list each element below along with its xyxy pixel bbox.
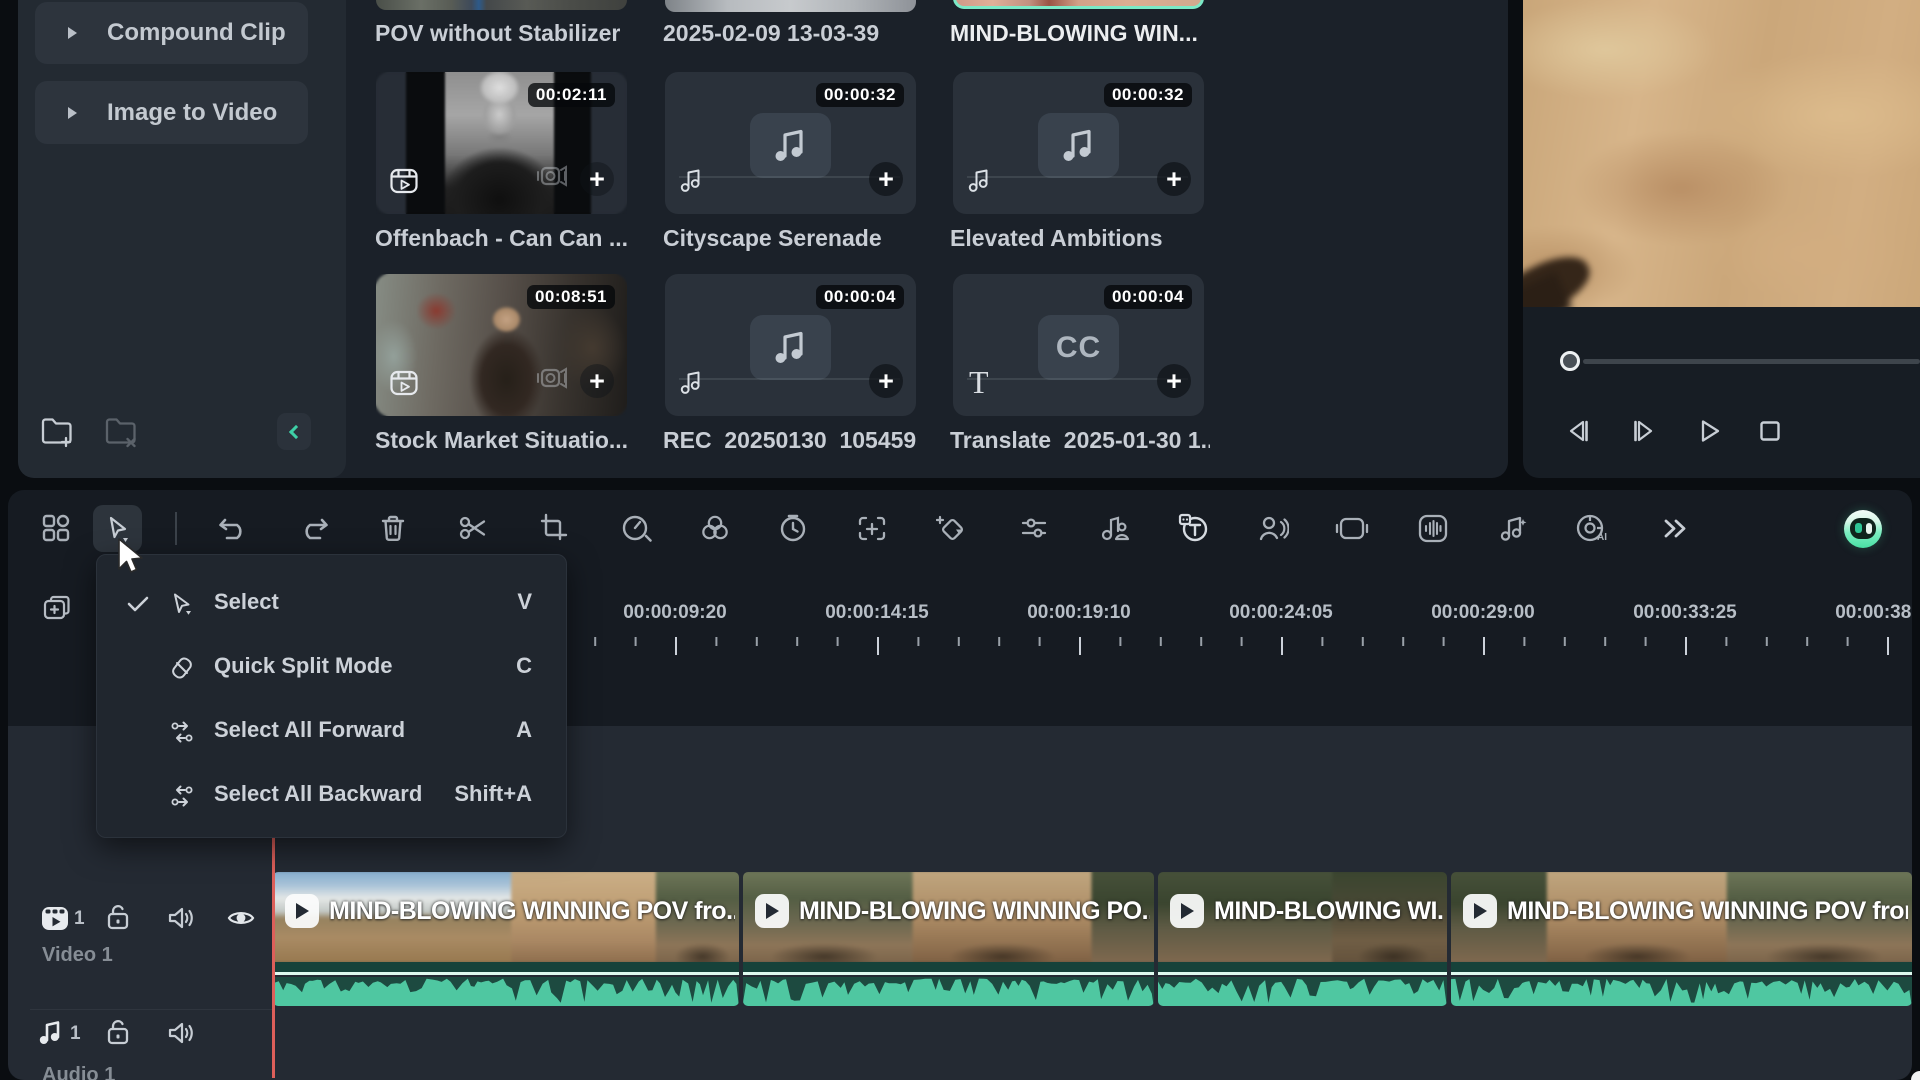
svg-text:AI: AI (1597, 532, 1607, 543)
